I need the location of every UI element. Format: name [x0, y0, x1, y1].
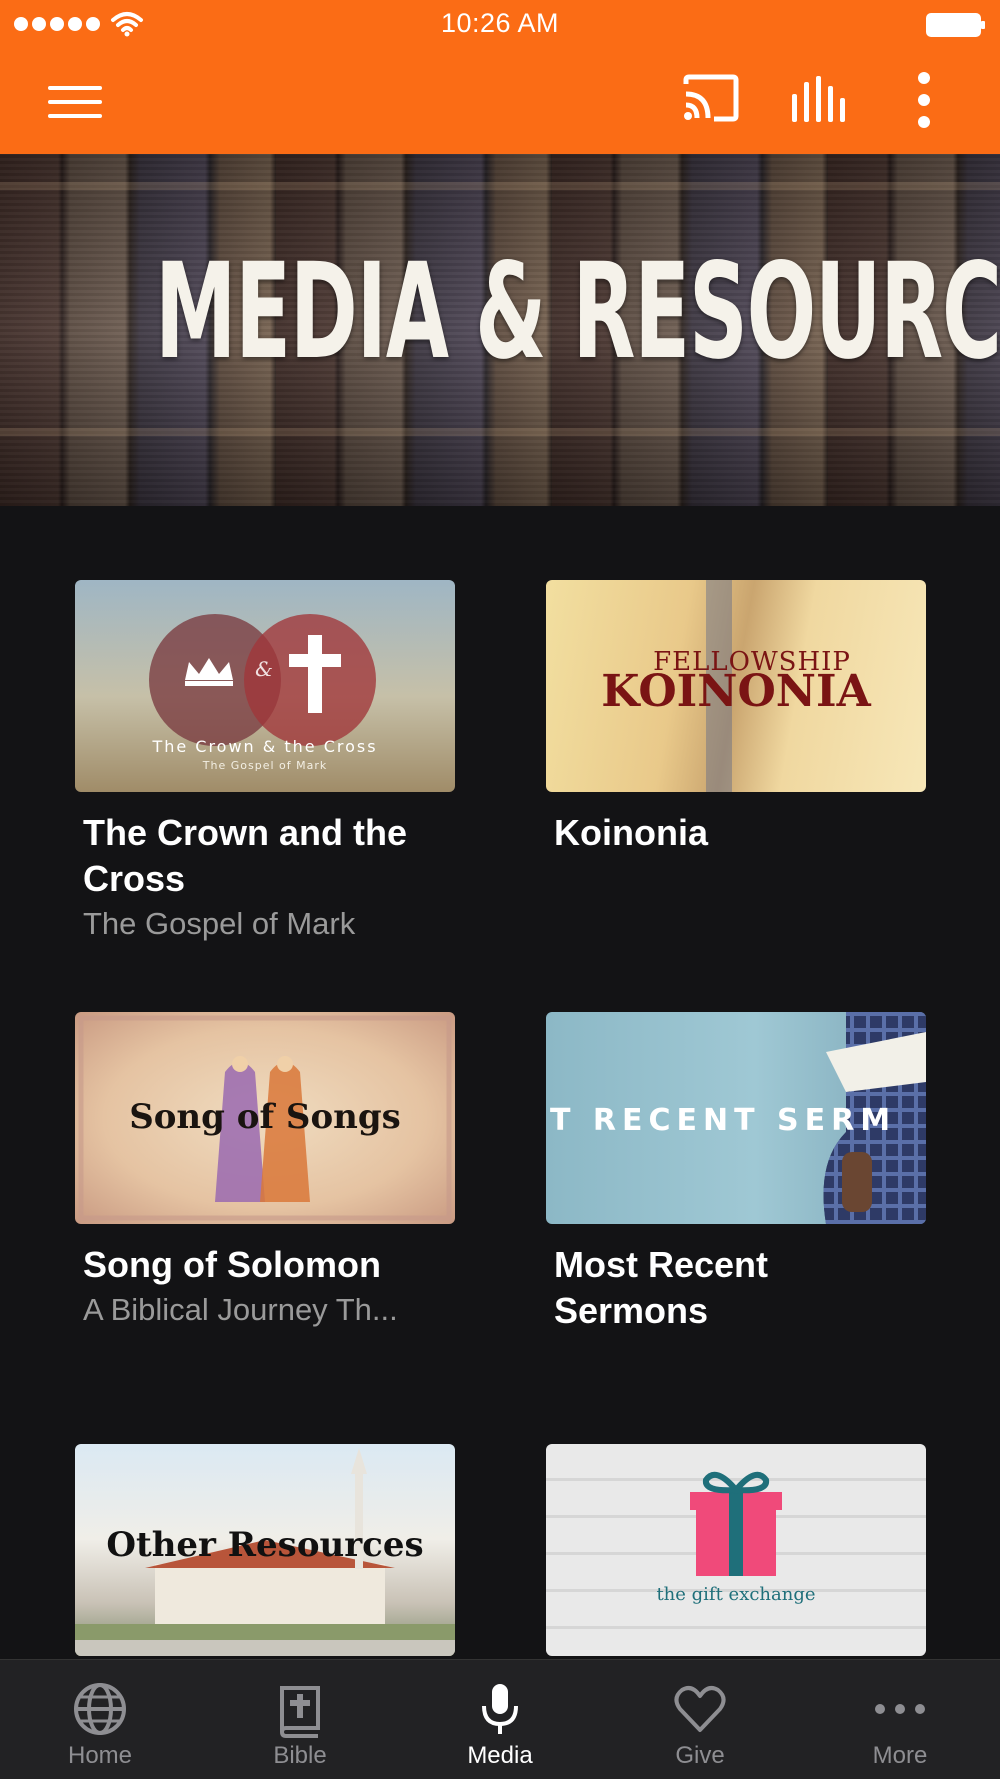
status-bar: 10:26 AM	[0, 0, 1000, 50]
crown-cross-artwork: & The Crown & the Cross The Gospel of Ma…	[149, 614, 377, 772]
card-title: Song of Solomon	[83, 1244, 381, 1285]
tab-label: Home	[67, 1742, 133, 1769]
status-time: 10:26 AM	[440, 8, 560, 38]
audio-bars-icon	[792, 76, 845, 122]
series-card-most-recent-sermons[interactable]: T RECENT SERM Most Recent Sermons	[546, 1012, 926, 1332]
bible-icon	[280, 1686, 320, 1738]
hamburger-menu-icon	[48, 86, 102, 118]
globe-icon	[74, 1683, 126, 1735]
koinonia-artwork: FELLOWSHIP KOINONIA	[601, 580, 872, 792]
thumb-line1: Song of Songs	[129, 1097, 401, 1137]
series-card-other-resources[interactable]: Other Resources	[75, 1444, 455, 1656]
series-thumbnail: FELLOWSHIP KOINONIA	[546, 580, 926, 792]
series-thumbnail: T RECENT SERM	[546, 1012, 926, 1224]
series-thumbnail: & The Crown & the Cross The Gospel of Ma…	[75, 580, 455, 792]
hero-decor-band	[0, 182, 1000, 190]
tab-media[interactable]: Media	[400, 1660, 600, 1779]
series-card-gift-exchange[interactable]: the gift exchange	[546, 1444, 926, 1656]
series-card-koinonia[interactable]: FELLOWSHIP KOINONIA Koinonia	[546, 580, 926, 880]
battery-icon	[926, 13, 985, 37]
card-title: Koinonia	[554, 812, 708, 853]
thumb-amp: &	[255, 657, 273, 681]
tab-bible[interactable]: Bible	[200, 1660, 400, 1779]
thumb-line1: The Crown & the Cross	[151, 737, 377, 756]
series-card-song-of-solomon[interactable]: Song of Songs Song of Solomon A Biblical…	[75, 1012, 455, 1332]
series-thumbnail: Other Resources	[75, 1444, 455, 1656]
tab-label: Media	[467, 1742, 533, 1769]
gift-exchange-artwork: the gift exchange	[656, 1471, 816, 1605]
card-subtitle: A Biblical Journey Th...	[83, 1292, 398, 1327]
card-title: Most Recent Sermons	[554, 1244, 769, 1331]
song-of-songs-artwork: Song of Songs	[78, 1015, 452, 1221]
cast-icon	[683, 74, 739, 122]
overflow-menu-button[interactable]	[904, 72, 944, 128]
series-thumbnail: Song of Songs	[75, 1012, 455, 1224]
tab-home[interactable]: Home	[0, 1660, 200, 1779]
hero-decor-band	[0, 428, 1000, 436]
tab-give[interactable]: Give	[600, 1660, 800, 1779]
tab-label: Give	[675, 1742, 725, 1769]
bottom-tab-bar: Home Bible Media Give More	[0, 1659, 1000, 1779]
series-thumbnail: the gift exchange	[546, 1444, 926, 1656]
app-bar	[0, 50, 1000, 154]
card-title: The Crown and the Cross	[83, 812, 407, 899]
hero-title: MEDIA & RESOURCES	[155, 235, 1000, 389]
cast-button[interactable]	[678, 72, 744, 128]
series-card-crown-cross[interactable]: & The Crown & the Cross The Gospel of Ma…	[75, 580, 455, 941]
thumb-line1: Other Resources	[106, 1525, 423, 1565]
audio-player-button[interactable]	[786, 72, 852, 128]
tab-label: More	[872, 1742, 928, 1769]
recent-sermons-artwork: T RECENT SERM	[550, 1012, 926, 1224]
thumb-line1: the gift exchange	[656, 1584, 815, 1605]
heart-icon	[674, 1686, 726, 1732]
hero-banner: MEDIA & RESOURCES	[0, 154, 1000, 506]
tab-more[interactable]: More	[800, 1660, 1000, 1779]
tab-label: Bible	[273, 1742, 327, 1769]
more-horizontal-icon	[875, 1704, 925, 1714]
other-resources-artwork: Other Resources	[75, 1448, 455, 1656]
menu-button[interactable]	[40, 74, 110, 130]
microphone-icon	[482, 1684, 518, 1734]
thumb-line2: The Gospel of Mark	[202, 759, 327, 772]
thumb-line1: T RECENT SERM	[550, 1103, 896, 1138]
more-vertical-icon	[918, 72, 930, 128]
card-subtitle: The Gospel of Mark	[83, 906, 356, 941]
thumb-line2: KOINONIA	[601, 666, 871, 717]
